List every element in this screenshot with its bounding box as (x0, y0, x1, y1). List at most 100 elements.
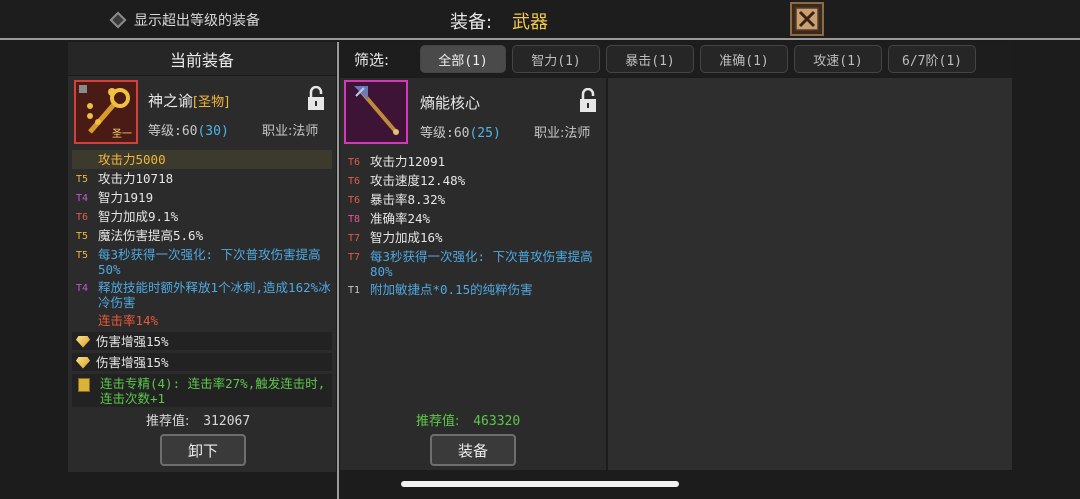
stat-tier: T5 (76, 230, 89, 242)
stat-row: T5 魔法伤害提高5.6% (72, 226, 332, 245)
empty-item-slot (608, 78, 1012, 470)
stat-row: T5 每3秒获得一次强化: 下次普攻伤害提高50% (72, 245, 332, 278)
stat-text: 准确率24% (370, 210, 431, 226)
set-book-icon (78, 377, 90, 392)
stat-row: T6 攻击速度12.48% (344, 171, 602, 190)
stat-tier: T6 (76, 211, 89, 223)
panel-divider (337, 42, 339, 499)
filter-label: 筛选: (354, 50, 390, 69)
gem-bonus-text: 伤害增强15% (96, 354, 169, 370)
stat-row: 连击率14% (72, 311, 332, 329)
candidate-item-class: 职业:法师 (534, 126, 591, 141)
equipment-slot-title: 武器 (512, 12, 548, 33)
stat-tier: T4 (76, 282, 89, 294)
unlock-icon[interactable] (306, 86, 326, 112)
current-item-name: 神之谕 (148, 92, 194, 110)
close-button[interactable] (790, 2, 824, 36)
top-bar: 显示超出等级的装备 装备: 武器 (0, 0, 1080, 40)
stat-tier: T6 (348, 156, 361, 168)
current-recommend-value: 推荐值: 312067 (146, 410, 250, 429)
recommend-label: 推荐值: (146, 414, 190, 429)
stat-text: 攻击速度12.48% (370, 172, 466, 188)
filter-tabs: 全部(1) 智力(1) 暴击(1) 准确(1) 攻速(1) 6/7阶(1) (420, 45, 982, 73)
close-icon (795, 7, 819, 31)
gem-bonus-text: 伤害增强15% (96, 333, 169, 349)
current-item-stats: 攻击力5000 T5 攻击力10718 T4 智力1919 T6 智力加成9.1% T5 魔法伤… (68, 150, 336, 407)
gem-bonus-row: 伤害增强15% (72, 332, 332, 350)
stat-row: T7 智力加成16% (344, 228, 602, 247)
stat-text: 攻击力10718 (98, 170, 174, 186)
candidate-item-level: 等级:60(25) (420, 122, 501, 141)
candidate-item-panel: 熵能核心 等级:60(25) 职业:法师 T6 攻击力12091 T6 攻击速度12.… (340, 78, 606, 470)
diamond-gem-icon (76, 335, 90, 348)
item-badge: 圣一 (112, 129, 132, 140)
stat-text: 每3秒获得一次强化: 下次普攻伤害提高50% (98, 246, 321, 277)
stat-tier (72, 152, 98, 168)
candidate-recommend-value: 推荐值: 463320 (416, 410, 520, 429)
stat-text: 连击率14% (98, 312, 159, 328)
show-over-level-label: 显示超出等级的装备 (134, 13, 260, 29)
show-over-level-toggle[interactable]: 显示超出等级的装备 (109, 10, 260, 30)
level-label: 等级: (420, 126, 454, 141)
current-equipment-header: 当前装备 (68, 42, 336, 76)
stat-text: 攻击力5000 (98, 151, 166, 167)
diamond-checkbox-icon[interactable] (109, 11, 127, 29)
level-value: 60 (453, 126, 470, 141)
stat-text: 智力加成9.1% (98, 208, 179, 224)
filter-tab[interactable]: 全部(1) (420, 45, 506, 73)
candidate-item-stats: T6 攻击力12091 T6 攻击速度12.48% T6 暴击率8.32% T8 准确率24%… (340, 152, 606, 299)
candidate-item-card: 熵能核心 等级:60(25) 职业:法师 (340, 78, 606, 152)
holy-staff-icon[interactable]: 圣一 (74, 80, 138, 144)
stat-row: T4 释放技能时额外释放1个冰刺,造成162%冰冷伤害 (72, 278, 332, 311)
stat-row: T4 智力1919 (72, 188, 332, 207)
filter-bar: 筛选: 全部(1) 智力(1) 暴击(1) 准确(1) 攻速(1) 6/7阶(1) (340, 42, 1012, 76)
candidate-item-name: 熵能核心 (420, 94, 481, 112)
home-indicator[interactable] (401, 481, 679, 487)
stat-text: 释放技能时额外释放1个冰刺,造成162%冰冷伤害 (98, 279, 331, 310)
stat-tier: T5 (76, 249, 89, 261)
filter-tab[interactable]: 6/7阶(1) (888, 45, 976, 73)
set-bonus-row: 连击专精(4): 连击率27%,触发连击时,连击次数+1 (72, 374, 332, 407)
stat-row: T6 智力加成9.1% (72, 207, 332, 226)
stat-tier (72, 313, 98, 314)
stat-tier: T8 (348, 213, 361, 225)
stat-row: T8 准确率24% (344, 209, 602, 228)
filter-tab[interactable]: 攻速(1) (794, 45, 882, 73)
stat-text: 智力1919 (98, 189, 154, 205)
current-equipment-panel: 当前装备 圣一 神之谕[圣物] 等级:60(30) 职业:法师 攻击力5000 … (68, 42, 336, 472)
set-bonus-text: 连击专精(4): 连击率27%,触发连击时,连击次数+1 (100, 375, 326, 406)
stat-text: 暴击率8.32% (370, 191, 446, 207)
current-item-card: 圣一 神之谕[圣物] 等级:60(30) 职业:法师 (68, 76, 336, 150)
stat-tier: T6 (348, 194, 361, 206)
level-label: 等级: (148, 124, 182, 139)
stat-tier: T7 (348, 232, 361, 244)
equip-button[interactable]: 装备 (430, 434, 516, 466)
gem-bonus-row: 伤害增强15% (72, 353, 332, 371)
stat-text: 攻击力12091 (370, 153, 446, 169)
level-extra: (30) (197, 124, 229, 139)
unlock-icon[interactable] (578, 88, 598, 114)
current-item-name-row: 神之谕[圣物] (148, 90, 229, 111)
stat-text: 魔法伤害提高5.6% (98, 227, 204, 243)
filter-tab[interactable]: 暴击(1) (606, 45, 694, 73)
stat-text: 附加敏捷点*0.15的纯粹伤害 (370, 281, 533, 297)
stat-row: 攻击力5000 (72, 150, 332, 169)
stat-row: T1 附加敏捷点*0.15的纯粹伤害 (344, 280, 602, 299)
filter-tab[interactable]: 智力(1) (512, 45, 600, 73)
stat-text: 每3秒获得一次强化: 下次普攻伤害提高80% (370, 248, 593, 279)
stat-tier: T6 (348, 175, 361, 187)
stat-tier: T1 (348, 284, 361, 296)
diamond-gem-icon (76, 356, 90, 369)
filter-tab[interactable]: 准确(1) (700, 45, 788, 73)
stat-row: T5 攻击力10718 (72, 169, 332, 188)
recommend-label: 推荐值: (416, 414, 460, 429)
item-rarity-tag: [圣物] (193, 95, 230, 110)
stat-row: T6 暴击率8.32% (344, 190, 602, 209)
stat-text: 智力加成16% (370, 229, 443, 245)
stat-row: T7 每3秒获得一次强化: 下次普攻伤害提高80% (344, 247, 602, 280)
unequip-button[interactable]: 卸下 (160, 434, 246, 466)
dark-staff-icon[interactable] (344, 80, 408, 144)
stat-tier: T7 (348, 251, 361, 263)
stat-row: T6 攻击力12091 (344, 152, 602, 171)
stat-tier: T5 (76, 173, 89, 185)
